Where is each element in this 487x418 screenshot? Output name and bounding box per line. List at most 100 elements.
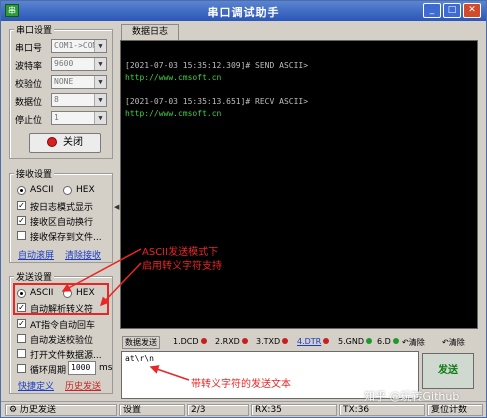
databits-select[interactable]: 8 ▼: [51, 93, 107, 107]
baud-value: 9600: [54, 59, 74, 68]
clear-receive-link[interactable]: 清除接收: [65, 248, 101, 261]
red-light-icon: [47, 137, 57, 147]
receive-log-area[interactable]: [2021-07-03 15:35:12.309]# SEND ASCII> h…: [120, 40, 478, 329]
file-source-label: 打开文件数据源...: [30, 351, 102, 361]
red-led-icon: [200, 338, 207, 344]
chevron-down-icon: ▼: [94, 76, 106, 88]
green-led-icon: [392, 338, 399, 344]
databits-label: 数据位: [15, 98, 43, 108]
signal-dcd-label: 1.DCD: [173, 337, 199, 346]
receive-settings-title: 接收设置: [14, 167, 55, 180]
cycle-period-checkbox[interactable]: [17, 364, 26, 373]
recv-hex-label: HEX: [76, 185, 95, 195]
recv-ascii-radio[interactable]: [17, 186, 26, 195]
status-tx-count: TX:36: [339, 404, 425, 416]
chevron-down-icon: ▼: [94, 112, 106, 124]
serial-settings-title: 串口设置: [14, 23, 55, 36]
status-history[interactable]: ⚙ 历史发送: [5, 404, 117, 416]
at-auto-enter-label: AT指令自动回车: [30, 321, 95, 331]
port-label: 串口号: [15, 44, 43, 54]
history-link[interactable]: 历史发送: [65, 379, 101, 392]
signal-dtr[interactable]: 4.DTR: [297, 337, 330, 346]
recv-auto-wrap-checkbox[interactable]: ✓: [17, 216, 26, 225]
status-rx-count: RX:35: [251, 404, 337, 416]
app-window: 串 串口调试助手 _ □ ✕ 串口设置 串口号 COM1->COM ▼ 波特率 9…: [0, 0, 487, 418]
log-line: http://www.cmsoft.cn: [125, 109, 222, 118]
red-led-icon: [282, 338, 289, 344]
chevron-down-icon: ▼: [94, 58, 106, 70]
green-led-icon: [365, 338, 372, 344]
undo-icon: ↶: [442, 338, 449, 347]
tab-data-send[interactable]: 数据发送: [122, 336, 160, 349]
log-line: [2021-07-03 15:35:12.309]# SEND ASCII>: [125, 61, 309, 70]
status-settings[interactable]: 设置: [119, 404, 185, 416]
log-line: http://www.cmsoft.cn: [125, 73, 222, 82]
baud-label: 波特率: [15, 62, 43, 72]
red-led-icon: [323, 338, 330, 344]
databits-value: 8: [54, 95, 59, 104]
log-line: [2021-07-03 15:35:13.651]# RECV ASCII>: [125, 97, 309, 106]
cycle-period-unit: ms: [99, 363, 113, 373]
watermark-text: 知乎 @玩转Github: [364, 390, 460, 403]
signal-txd-label: 3.TXD: [256, 337, 281, 346]
tab-data-log[interactable]: 数据日志: [121, 24, 179, 40]
parity-label: 校验位: [15, 80, 43, 90]
close-port-button[interactable]: 关闭: [29, 133, 101, 153]
window-title: 串口调试助手: [207, 6, 280, 19]
send-toolbar: 数据发送 1.DCD 2.RXD 3.TXD 4.DTR 5.GND 6.D ↶…: [120, 335, 478, 351]
reset-count-button[interactable]: 复位计数: [427, 404, 483, 416]
cycle-period-input[interactable]: 1000: [68, 361, 96, 375]
recv-ascii-label: ASCII: [30, 185, 54, 195]
recv-save-file-label: 接收保存到文件...: [30, 233, 102, 243]
auto-checksum-checkbox[interactable]: [17, 334, 26, 343]
recv-auto-wrap-label: 接收区自动换行: [30, 218, 94, 228]
signal-gnd[interactable]: 5.GND: [338, 337, 372, 346]
status-history-label: 历史发送: [19, 405, 56, 415]
stopbits-select[interactable]: 1 ▼: [51, 111, 107, 125]
close-port-label: 关闭: [63, 137, 83, 148]
clear-all-label: 清除: [448, 338, 465, 347]
clear-send-label: 清除: [408, 338, 425, 347]
status-page: 2/3: [187, 404, 249, 416]
chevron-down-icon: ▼: [94, 94, 106, 106]
signal-rxd-label: 2.RXD: [215, 337, 240, 346]
clear-all-button[interactable]: ↶清除: [442, 337, 465, 348]
auto-checksum-label: 自动发送校验位: [30, 336, 94, 346]
recv-log-mode-checkbox[interactable]: ✓: [17, 201, 26, 210]
recv-save-file-checkbox[interactable]: [17, 231, 26, 240]
at-auto-enter-checkbox[interactable]: ✓: [17, 319, 26, 328]
stopbits-label: 停止位: [15, 116, 43, 126]
annotation-note-2: 带转义字符的发送文本: [191, 379, 291, 390]
signal-d[interactable]: 6.D: [377, 337, 399, 346]
undo-icon: ↶: [402, 338, 409, 347]
chevron-down-icon: ▼: [94, 40, 106, 52]
port-select[interactable]: COM1->COM ▼: [51, 39, 107, 53]
port-value: COM1->COM: [54, 41, 98, 50]
gear-icon: ⚙: [9, 405, 18, 415]
parity-value: NONE: [54, 77, 74, 86]
parity-select[interactable]: NONE ▼: [51, 75, 107, 89]
clear-send-button[interactable]: ↶清除: [402, 337, 425, 348]
annotation-highlight-box: [13, 283, 109, 315]
signal-dcd[interactable]: 1.DCD: [173, 337, 207, 346]
send-settings-title: 发送设置: [14, 270, 55, 283]
signal-d-label: 6.D: [377, 337, 391, 346]
file-source-checkbox[interactable]: [17, 349, 26, 358]
shortcut-link[interactable]: 快捷定义: [18, 379, 54, 392]
signal-dtr-label: 4.DTR: [297, 337, 322, 346]
stopbits-value: 1: [54, 113, 59, 122]
maximize-button[interactable]: □: [443, 3, 461, 18]
recv-log-mode-label: 按日志模式显示: [30, 203, 94, 213]
annotation-note-1b: 启用转义字符支持: [142, 261, 222, 272]
minimize-button[interactable]: _: [423, 3, 441, 18]
signal-rxd[interactable]: 2.RXD: [215, 337, 248, 346]
signal-txd[interactable]: 3.TXD: [256, 337, 289, 346]
annotation-note-1: ASCII发送模式下: [142, 247, 219, 258]
send-button[interactable]: 发送: [422, 353, 474, 389]
recv-hex-radio[interactable]: [63, 186, 72, 195]
title-bar[interactable]: 串 串口调试助手 _ □ ✕: [1, 1, 486, 21]
baud-select[interactable]: 9600 ▼: [51, 57, 107, 71]
close-window-button[interactable]: ✕: [463, 3, 481, 18]
signal-gnd-label: 5.GND: [338, 337, 364, 346]
auto-scroll-link[interactable]: 自动滚屏: [18, 248, 54, 261]
